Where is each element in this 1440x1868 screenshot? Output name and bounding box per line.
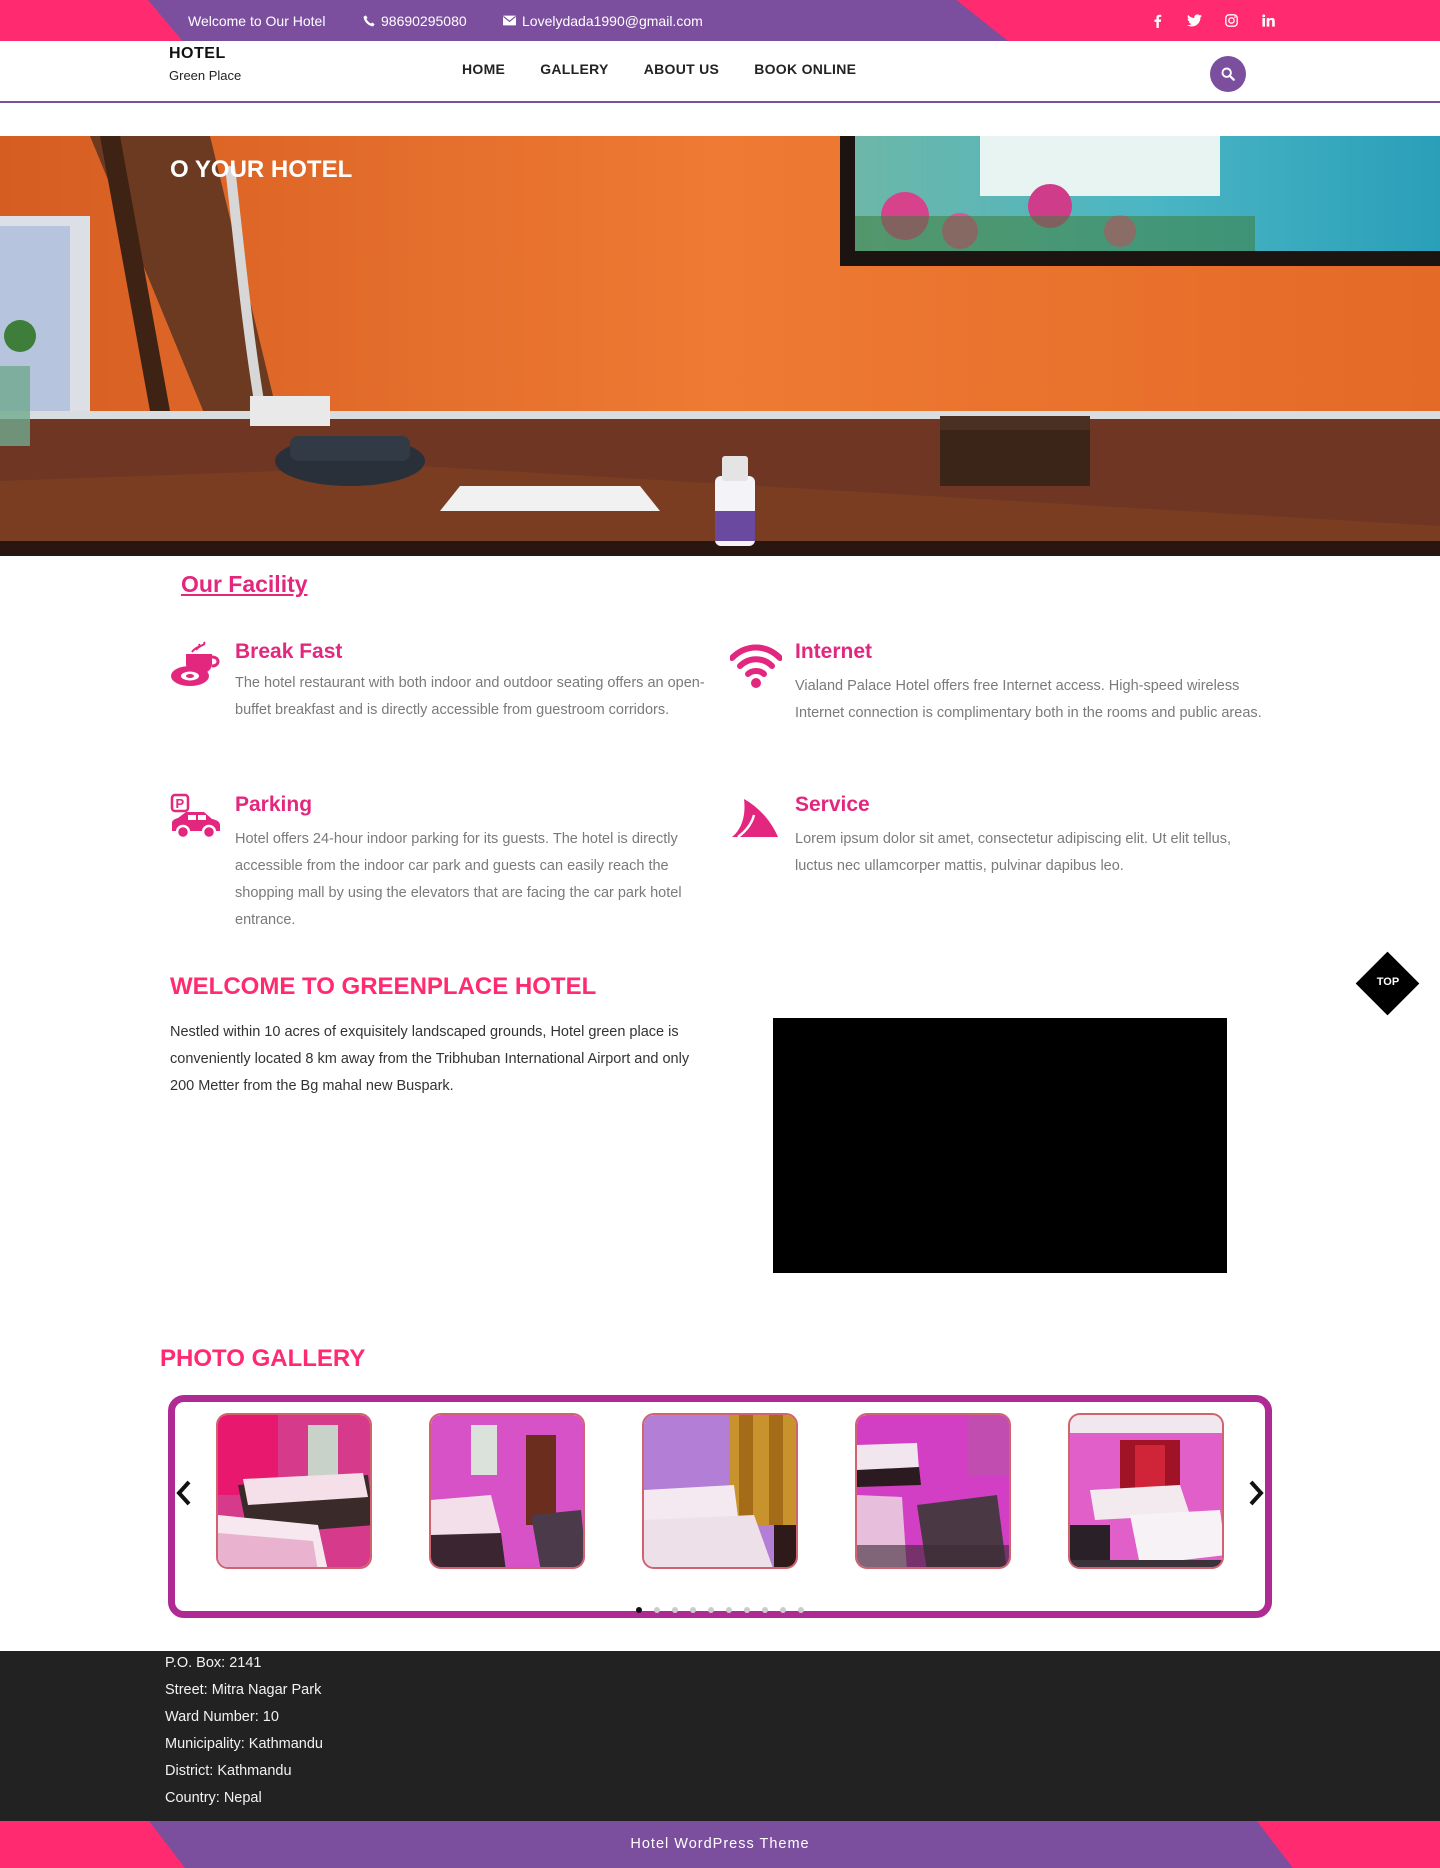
- nav-book-online[interactable]: BOOK ONLINE: [754, 61, 856, 77]
- main-nav: HOME GALLERY ABOUT US BOOK ONLINE: [462, 61, 891, 77]
- hero-banner: O YOUR HOTEL: [0, 136, 1440, 556]
- carousel-dot[interactable]: [636, 1607, 642, 1613]
- nav-gallery[interactable]: GALLERY: [540, 61, 608, 77]
- room-photo-4: [857, 1415, 1009, 1567]
- gallery-thumb-1[interactable]: [216, 1413, 372, 1569]
- instagram-icon[interactable]: [1221, 11, 1241, 31]
- room-photo-3: [644, 1415, 796, 1567]
- room-photo-2: [431, 1415, 583, 1567]
- welcome-text: Welcome to Our Hotel: [188, 12, 326, 29]
- gallery-thumb-5[interactable]: [1068, 1413, 1224, 1569]
- gallery-thumb-3[interactable]: [642, 1413, 798, 1569]
- facility-title: Break Fast: [235, 640, 343, 663]
- facility-title: Parking: [235, 793, 313, 816]
- carousel-dot[interactable]: [672, 1607, 678, 1613]
- welcome-heading: WELCOME TO GREENPLACE HOTEL: [170, 973, 597, 1000]
- wifi-icon: [730, 644, 782, 688]
- video-player[interactable]: [773, 1018, 1227, 1273]
- nav-about-us[interactable]: ABOUT US: [644, 61, 720, 77]
- scroll-to-top-label[interactable]: TOP: [1362, 976, 1414, 988]
- nav-home[interactable]: HOME: [462, 61, 505, 77]
- site-footer: P.O. Box: 2141 Street: Mitra Nagar Park …: [0, 1651, 1440, 1821]
- phone-contact[interactable]: 98690295080: [363, 0, 467, 41]
- top-bar: Welcome to Our Hotel 98690295080 Lovelyd…: [0, 0, 1440, 41]
- gallery-thumb-2[interactable]: [429, 1413, 585, 1569]
- footer-country: Country: Nepal: [165, 1790, 262, 1806]
- gallery-heading: PHOTO GALLERY: [160, 1345, 366, 1372]
- footer-ward: Ward Number: 10: [165, 1709, 279, 1725]
- hero-title: O YOUR HOTEL: [170, 156, 353, 183]
- room-photo-1: [218, 1415, 370, 1567]
- facility-text: Vialand Palace Hotel offers free Interne…: [795, 678, 1262, 721]
- facility-title: Service: [795, 793, 870, 816]
- facebook-icon[interactable]: [1147, 11, 1167, 31]
- carousel-dot[interactable]: [654, 1607, 660, 1613]
- facility-text: Hotel offers 24-hour indoor parking for …: [235, 831, 682, 928]
- email-address: Lovelydada1990@gmail.com: [522, 12, 703, 29]
- chevron-right-icon[interactable]: [1246, 1479, 1266, 1507]
- email-contact[interactable]: Lovelydada1990@gmail.com: [503, 0, 703, 41]
- carousel-dot[interactable]: [726, 1607, 732, 1613]
- welcome-paragraph: Nestled within 10 acres of exquisitely l…: [170, 1024, 690, 1094]
- footer-district: District: Kathmandu: [165, 1763, 292, 1779]
- linkedin-icon[interactable]: [1258, 11, 1278, 31]
- gallery-thumb-4[interactable]: [855, 1413, 1011, 1569]
- social-links: [1130, 0, 1278, 41]
- carousel-dot[interactable]: [690, 1607, 696, 1613]
- footer-street: Street: Mitra Nagar Park: [165, 1682, 322, 1698]
- phone-number: 98690295080: [381, 12, 467, 29]
- search-button[interactable]: [1210, 56, 1246, 92]
- coffee-icon: [171, 641, 220, 686]
- hero-photo: [0, 136, 1440, 556]
- carousel-dots: [636, 1607, 816, 1613]
- parking-car-icon: P: [170, 793, 220, 840]
- envelope-icon: [503, 15, 516, 26]
- facility-text: The hotel restaurant with both indoor an…: [235, 675, 705, 718]
- carousel-dot[interactable]: [762, 1607, 768, 1613]
- carousel-dot[interactable]: [780, 1607, 786, 1613]
- logo-title[interactable]: HOTEL: [169, 45, 226, 63]
- facility-heading: Our Facility: [181, 571, 308, 597]
- chevron-left-icon[interactable]: [174, 1479, 194, 1507]
- theme-credit-link[interactable]: Hotel WordPress Theme: [0, 1836, 1440, 1852]
- logo-subtitle: Green Place: [169, 68, 242, 83]
- twitter-icon[interactable]: [1184, 11, 1204, 31]
- search-icon: [1221, 67, 1235, 81]
- carousel-dot[interactable]: [744, 1607, 750, 1613]
- facility-title: Internet: [795, 640, 873, 663]
- carousel-dot[interactable]: [708, 1607, 714, 1613]
- phone-icon: [363, 14, 375, 26]
- svg-text:P: P: [176, 796, 185, 811]
- site-header: HOTEL Green Place HOME GALLERY ABOUT US …: [0, 41, 1440, 103]
- bottom-bar: Hotel WordPress Theme: [0, 1821, 1440, 1868]
- service-icon: [732, 799, 778, 838]
- footer-municipality: Municipality: Kathmandu: [165, 1736, 323, 1752]
- room-photo-5: [1070, 1415, 1222, 1567]
- facility-text: Lorem ipsum dolor sit amet, consectetur …: [795, 831, 1231, 874]
- carousel-dot[interactable]: [798, 1607, 804, 1613]
- footer-po-box: P.O. Box: 2141: [165, 1655, 262, 1671]
